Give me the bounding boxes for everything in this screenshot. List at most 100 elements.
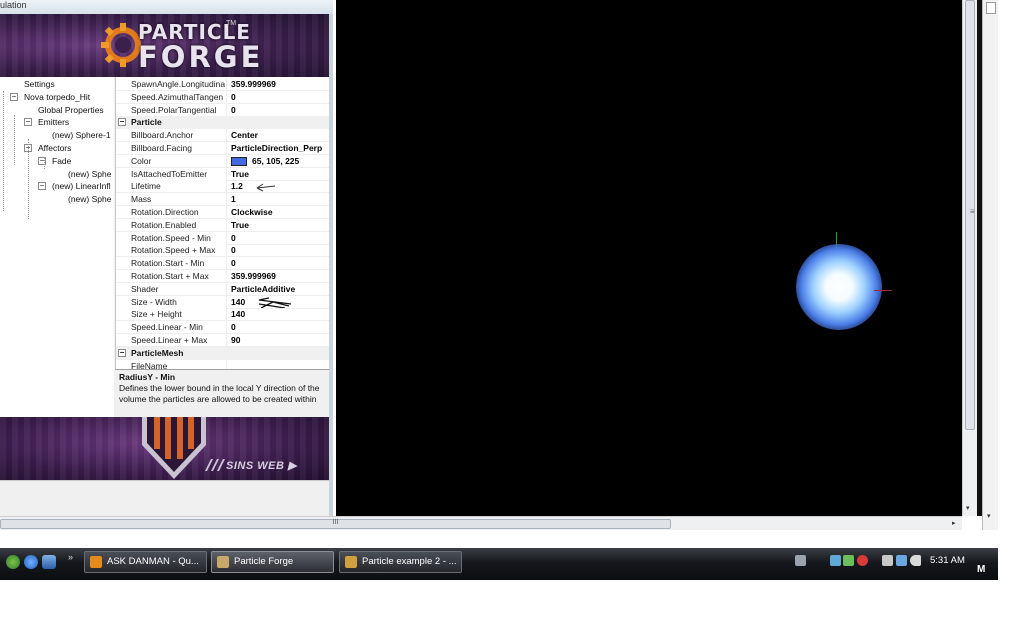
tree-item[interactable]: (new) Sphe <box>68 169 111 180</box>
tree-item[interactable]: (new) Sphere-1 <box>52 130 111 141</box>
volume-icon[interactable] <box>910 555 921 566</box>
scroll-right-arrow-icon[interactable]: ▸ <box>952 519 956 527</box>
vertical-scroll-thumb[interactable]: ≡ <box>965 0 975 430</box>
viewport-vertical-scrollbar[interactable]: ≡ ▾ <box>962 0 977 516</box>
property-value[interactable] <box>226 359 329 369</box>
keyboard-icon[interactable] <box>795 555 806 566</box>
property-row[interactable]: Rotation.Direction Clockwise <box>116 206 329 219</box>
property-value[interactable]: 359.999969 <box>226 78 329 91</box>
property-row[interactable]: IsAttachedToEmitter True <box>116 167 329 181</box>
sins-web-link[interactable]: SINS WEB ▶ <box>226 459 297 472</box>
property-value-text: 359.999969 <box>231 271 276 281</box>
property-value[interactable]: ParticleDirection_Perp <box>226 142 329 155</box>
property-row[interactable]: Lifetime 1.2 <box>116 180 329 194</box>
property-category[interactable]: − Particle <box>116 116 329 130</box>
device-icon[interactable] <box>882 555 893 566</box>
horizontal-scroll-thumb[interactable]: III <box>0 519 671 529</box>
property-value[interactable]: 359.999969 <box>226 270 329 283</box>
network-icon[interactable] <box>843 555 854 566</box>
property-value[interactable]: 1.2 <box>226 180 329 194</box>
property-row[interactable]: FileName <box>116 359 329 369</box>
ie-browser-icon[interactable] <box>24 555 38 569</box>
property-value[interactable]: 0 <box>226 321 329 335</box>
tree-item[interactable]: (new) Sphe <box>68 194 111 205</box>
property-value[interactable]: 1 <box>226 193 329 207</box>
monitor-icon[interactable] <box>896 555 907 566</box>
property-value-text: 140 <box>231 296 246 307</box>
sins-web-banner[interactable]: SINS WEB ▶ <box>0 417 329 480</box>
system-clock[interactable]: 5:31 AM <box>930 555 965 566</box>
property-row[interactable]: Size + Height 140 <box>116 308 329 322</box>
property-value[interactable]: 140 <box>226 308 329 322</box>
property-row[interactable]: Shader ParticleAdditive <box>116 282 329 296</box>
property-value[interactable]: 0 <box>226 90 329 104</box>
property-value[interactable]: 65, 105, 225 <box>226 154 329 168</box>
property-value[interactable]: Clockwise <box>226 206 329 219</box>
effect-tree[interactable]: Settings Nova torpedo_Hit − Global Properti… <box>0 77 114 417</box>
taskbar-button[interactable]: ASK DANMAN - Qu... <box>84 551 207 573</box>
property-category[interactable]: − ParticleMesh <box>116 346 329 360</box>
tree-item[interactable]: (new) LinearInfl <box>52 181 111 192</box>
property-row[interactable]: Mass 1 <box>116 193 329 207</box>
property-row[interactable]: Rotation.Enabled True <box>116 218 329 232</box>
window-titlebar[interactable]: ulation <box>0 0 333 14</box>
tree-item[interactable]: Fade <box>52 156 71 167</box>
tree-item[interactable]: Emitters <box>38 117 69 128</box>
property-value[interactable]: True <box>226 167 329 181</box>
property-value-text: True <box>231 168 249 179</box>
category-collapse-icon[interactable]: − <box>118 348 126 357</box>
start-orb-icon[interactable] <box>6 555 20 569</box>
alert-icon[interactable] <box>857 555 868 566</box>
property-row[interactable]: Rotation.Start - Min 0 <box>116 257 329 271</box>
outer-vertical-scrollbar[interactable]: ▾ <box>982 0 998 530</box>
show-desktop-icon[interactable] <box>42 555 56 569</box>
property-value[interactable]: 90 <box>226 334 329 347</box>
property-grid[interactable]: SpawnAngle.Longitudina 359.999969 Speed.Az… <box>115 77 329 369</box>
sync-icon[interactable] <box>830 555 841 566</box>
property-row[interactable]: Speed.Linear + Max 90 <box>116 334 329 347</box>
scroll-down-arrow-icon[interactable]: ▾ <box>966 504 970 512</box>
tree-item[interactable]: Nova torpedo_Hit <box>24 92 90 103</box>
desktop-gap <box>0 530 998 548</box>
particle-preview-viewport[interactable] <box>336 0 962 516</box>
taskbar-app-icon <box>90 556 102 568</box>
property-value[interactable]: 140 <box>226 295 329 309</box>
property-row[interactable]: Billboard.Anchor Center <box>116 129 329 143</box>
property-value[interactable]: 0 <box>226 231 329 245</box>
property-row[interactable]: Color 65, 105, 225 <box>116 154 329 168</box>
property-description-panel: RadiusY - Min Defines the lower bound in… <box>115 369 329 417</box>
property-row[interactable]: Rotation.Speed + Max 0 <box>116 244 329 258</box>
property-row[interactable]: Billboard.Facing ParticleDirection_Perp <box>116 142 329 155</box>
taskbar-button[interactable]: Particle Forge <box>211 551 334 573</box>
taskbar-button-label: Particle Forge <box>234 556 294 567</box>
property-row[interactable]: Speed.PolarTangential 0 <box>116 103 329 117</box>
property-row[interactable]: Rotation.Speed - Min 0 <box>116 231 329 245</box>
tree-expander-icon[interactable]: − <box>38 182 46 191</box>
tree-expander-icon[interactable]: − <box>24 118 32 127</box>
property-row[interactable]: Speed.Linear - Min 0 <box>116 321 329 335</box>
tree-item[interactable]: Global Properties <box>38 105 104 116</box>
property-value[interactable]: 0 <box>226 103 329 117</box>
outer-scroll-down-arrow-icon[interactable]: ▾ <box>987 512 991 520</box>
category-collapse-icon[interactable]: − <box>118 118 126 127</box>
tree-item[interactable]: Settings <box>24 79 55 90</box>
property-value[interactable]: True <box>226 218 329 232</box>
horizontal-scrollbar[interactable]: III ▸ <box>0 516 962 530</box>
property-value-text: 65, 105, 225 <box>252 155 300 166</box>
property-row[interactable]: Size - Width 140 <box>116 295 329 309</box>
quicklaunch-more-icon[interactable]: » <box>68 552 73 562</box>
category-label: Particle <box>131 117 162 128</box>
property-value[interactable]: Center <box>226 129 329 143</box>
tree-item[interactable]: Affectors <box>38 143 71 154</box>
property-value[interactable]: ParticleAdditive <box>226 282 329 296</box>
property-row[interactable]: Rotation.Start + Max 359.999969 <box>116 270 329 283</box>
tree-expander-icon[interactable]: − <box>10 92 18 101</box>
property-value[interactable]: 0 <box>226 244 329 258</box>
property-value[interactable]: 0 <box>226 257 329 271</box>
property-row[interactable]: Speed.AzimuthalTangen 0 <box>116 90 329 104</box>
outer-scroll-thumb[interactable] <box>986 2 996 14</box>
property-row[interactable]: SpawnAngle.Longitudina 359.999969 <box>116 78 329 91</box>
screen: ulation PARTICLE FORGE TM Settings Nova … <box>0 0 1024 640</box>
property-name: Rotation.Start - Min <box>116 257 226 271</box>
taskbar-button[interactable]: Particle example 2 - ... <box>339 551 462 573</box>
